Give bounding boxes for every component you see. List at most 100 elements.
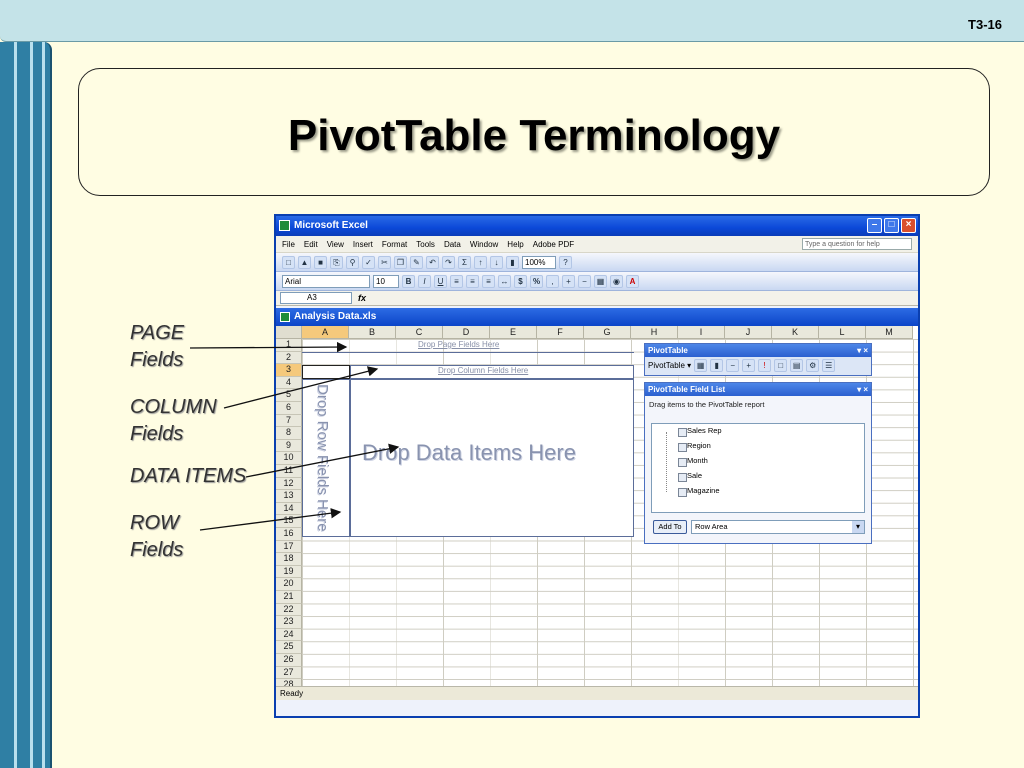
underline-icon[interactable]: U [434, 274, 447, 288]
merge-center-icon[interactable]: ↔ [498, 274, 511, 288]
percent-icon[interactable]: % [530, 274, 543, 288]
column-header[interactable]: B [349, 326, 396, 339]
row-header[interactable]: 26 [276, 654, 302, 667]
chart-icon[interactable]: ▮ [506, 255, 519, 269]
add-to-button[interactable]: Add To [653, 520, 687, 534]
align-left-icon[interactable]: ≡ [450, 274, 463, 288]
field-region[interactable]: Region [678, 441, 711, 452]
row-header[interactable]: 18 [276, 553, 302, 566]
row-header[interactable]: 8 [276, 427, 302, 440]
field-magazine[interactable]: Magazine [678, 486, 720, 497]
row-header[interactable]: 13 [276, 490, 302, 503]
area-select[interactable]: Row Area ▾ [691, 520, 865, 534]
row-header[interactable]: 14 [276, 502, 302, 516]
field-settings-icon[interactable]: ⚙ [806, 359, 820, 372]
row-header[interactable]: 9 [276, 439, 302, 453]
currency-icon[interactable]: $ [514, 274, 527, 288]
row-header[interactable]: 7 [276, 414, 302, 428]
chevron-down-icon[interactable]: ▾ [852, 521, 864, 533]
font-select[interactable]: Arial [282, 274, 370, 288]
row-header[interactable]: 10 [276, 452, 302, 465]
menu-edit[interactable]: Edit [304, 240, 318, 249]
copy-icon[interactable]: ❐ [394, 255, 407, 269]
row-header[interactable]: 20 [276, 578, 302, 591]
column-header[interactable]: A [302, 326, 349, 339]
minimize-icon[interactable]: – [867, 218, 882, 233]
row-header[interactable]: 16 [276, 528, 302, 541]
field-sales-rep[interactable]: Sales Rep [678, 426, 722, 437]
menu-file[interactable]: File [282, 240, 295, 249]
row-header[interactable]: 24 [276, 628, 302, 642]
column-header[interactable]: E [490, 326, 537, 339]
refresh-icon[interactable]: ! [758, 359, 772, 372]
column-header[interactable]: K [772, 326, 819, 339]
comma-icon[interactable]: , [546, 274, 559, 288]
redo-icon[interactable]: ↷ [442, 255, 455, 269]
open-icon[interactable]: ▲ [298, 255, 311, 269]
help-icon[interactable]: ? [559, 255, 572, 269]
show-detail-icon[interactable]: + [742, 359, 756, 372]
active-cell-a3[interactable] [302, 365, 350, 379]
print-icon[interactable]: ⎘ [330, 255, 343, 269]
row-header[interactable]: 17 [276, 540, 302, 554]
menu-tools[interactable]: Tools [416, 240, 435, 249]
field-list-icon[interactable]: ☰ [822, 359, 836, 372]
row-header[interactable]: 27 [276, 666, 302, 680]
field-sale[interactable]: Sale [678, 471, 702, 482]
hide-detail-icon[interactable]: − [726, 359, 740, 372]
align-center-icon[interactable]: ≡ [466, 274, 479, 288]
menu-data[interactable]: Data [444, 240, 461, 249]
column-header[interactable]: D [443, 326, 490, 339]
column-header[interactable]: L [819, 326, 866, 339]
menu-view[interactable]: View [327, 240, 344, 249]
column-header[interactable]: H [631, 326, 678, 339]
always-display-icon[interactable]: ▤ [790, 359, 804, 372]
undo-icon[interactable]: ↶ [426, 255, 439, 269]
column-header[interactable]: C [396, 326, 443, 339]
field-month[interactable]: Month [678, 456, 708, 467]
row-header[interactable]: 5 [276, 389, 302, 402]
borders-icon[interactable]: ▦ [594, 274, 607, 288]
pivot-chart-icon[interactable]: ▮ [710, 359, 724, 372]
preview-icon[interactable]: ⚲ [346, 255, 359, 269]
align-right-icon[interactable]: ≡ [482, 274, 495, 288]
sort-descending-icon[interactable]: ↓ [490, 255, 503, 269]
field-list-close-icon[interactable]: ▾ × [857, 383, 868, 396]
menu-insert[interactable]: Insert [353, 240, 373, 249]
fill-color-icon[interactable]: ◉ [610, 274, 623, 288]
sort-ascending-icon[interactable]: ↑ [474, 255, 487, 269]
include-hidden-icon[interactable]: □ [774, 359, 788, 372]
row-header[interactable]: 22 [276, 603, 302, 617]
column-header[interactable]: J [725, 326, 772, 339]
decrease-decimal-icon[interactable]: − [578, 274, 591, 288]
column-header[interactable]: I [678, 326, 725, 339]
name-box[interactable]: A3 [280, 292, 352, 304]
font-color-icon[interactable]: A [626, 274, 639, 288]
row-header[interactable]: 11 [276, 465, 302, 478]
bold-icon[interactable]: B [402, 274, 415, 288]
menu-help[interactable]: Help [507, 240, 523, 249]
menu-adobe-pdf[interactable]: Adobe PDF [533, 240, 574, 249]
row-header[interactable]: 1 [276, 339, 302, 352]
row-header[interactable]: 21 [276, 591, 302, 604]
column-header[interactable]: F [537, 326, 584, 339]
autosum-icon[interactable]: Σ [458, 255, 471, 269]
pivottable-menu[interactable]: PivotTable ▾ [648, 361, 691, 370]
close-icon[interactable]: × [901, 218, 916, 233]
row-header[interactable]: 25 [276, 641, 302, 654]
menu-format[interactable]: Format [382, 240, 407, 249]
function-icon[interactable]: fx [358, 293, 366, 303]
format-report-icon[interactable]: ▦ [694, 359, 708, 372]
row-header[interactable]: 19 [276, 565, 302, 579]
new-icon[interactable]: □ [282, 255, 295, 269]
spreadsheet-grid[interactable]: 28 27 26 25 24 23 22 21 20 19 18 17 16 15 14 13 12 11 10 9 8… [276, 326, 918, 700]
increase-decimal-icon[interactable]: + [562, 274, 575, 288]
help-search-input[interactable]: Type a question for help [802, 238, 912, 250]
row-header[interactable]: 3 [276, 364, 302, 377]
spelling-icon[interactable]: ✓ [362, 255, 375, 269]
row-header[interactable]: 6 [276, 402, 302, 415]
row-header[interactable]: 12 [276, 477, 302, 491]
column-header[interactable]: G [584, 326, 631, 339]
toolbar-close-icon[interactable]: ▾ × [857, 344, 868, 357]
row-header[interactable]: 15 [276, 515, 302, 528]
